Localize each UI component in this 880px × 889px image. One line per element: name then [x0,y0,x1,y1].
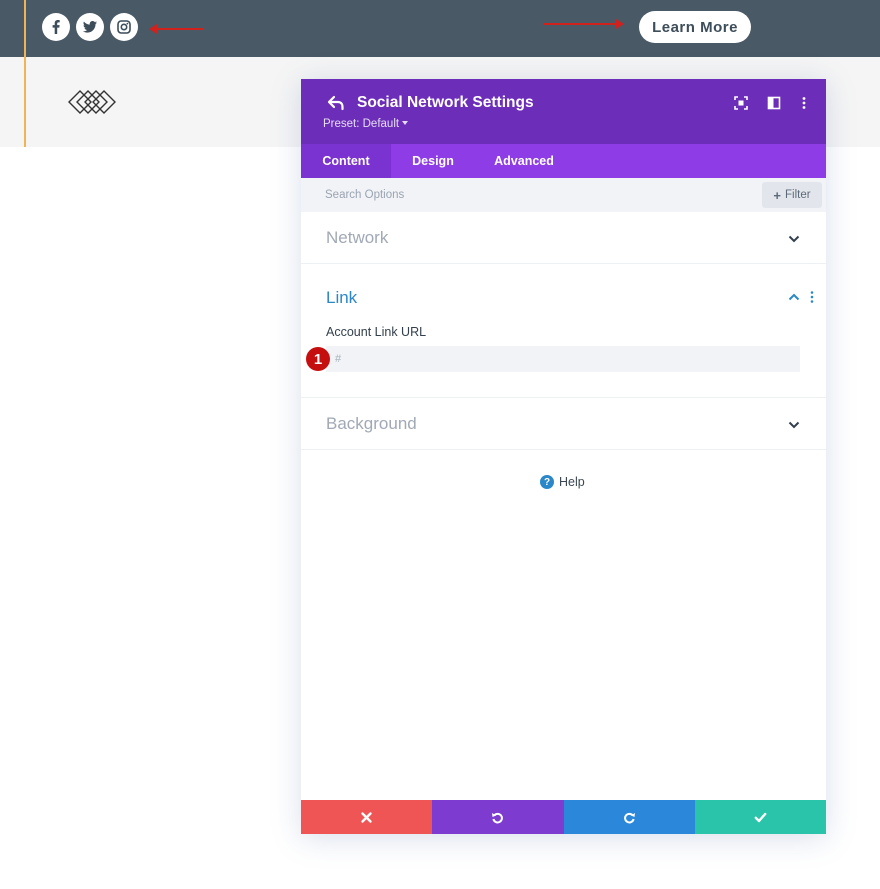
accent-line [24,0,26,147]
logo-icon [68,90,116,114]
search-bar: + Filter [301,178,826,212]
section-title-background: Background [326,414,417,433]
chevron-up-icon[interactable] [788,293,800,301]
annotation-arrow-right [544,19,624,29]
section-network[interactable]: Network [301,212,826,264]
split-view-icon[interactable] [767,96,781,110]
back-arrow-icon[interactable] [327,94,345,112]
redo-icon [623,812,635,823]
preset-dropdown[interactable]: Preset: Default [323,118,409,130]
expand-icon[interactable] [734,96,748,110]
modal-footer [301,800,826,834]
search-options-input[interactable] [325,178,745,212]
redo-button[interactable] [563,800,695,834]
top-bar: Learn More [0,0,880,57]
help-link[interactable]: ? Help [540,475,585,489]
undo-icon [492,812,504,823]
tab-design[interactable]: Design [391,144,475,178]
more-options-icon[interactable] [797,96,811,110]
cancel-button[interactable] [301,800,433,834]
filter-label: Filter [785,189,811,201]
twitter-icon[interactable] [76,13,104,41]
learn-more-button[interactable]: Learn More [639,11,751,43]
undo-button[interactable] [432,800,564,834]
filter-button[interactable]: + Filter [762,182,822,208]
step-badge: 1 [306,347,330,371]
save-button[interactable] [694,800,826,834]
modal-header: Social Network Settings Preset: Default [301,79,826,144]
instagram-icon[interactable] [110,13,138,41]
account-link-url-input[interactable] [326,346,800,372]
help-label: Help [559,475,585,489]
plus-icon: + [773,187,782,203]
tab-content[interactable]: Content [301,144,391,178]
section-more-icon[interactable] [810,291,814,303]
facebook-icon[interactable] [42,13,70,41]
help-question-icon: ? [540,475,554,489]
save-check-icon [754,812,767,822]
cancel-icon [361,811,372,823]
modal-title: Social Network Settings [357,94,534,111]
preset-label: Preset: Default [323,118,400,130]
section-title-network: Network [326,228,389,247]
section-background[interactable]: Background [301,398,826,450]
tab-advanced[interactable]: Advanced [475,144,573,178]
annotation-arrow-left [149,24,203,34]
section-title-link[interactable]: Link [326,288,357,308]
account-link-url-label: Account Link URL [326,325,427,339]
chevron-down-icon[interactable] [788,235,800,243]
chevron-down-icon[interactable] [788,421,800,429]
settings-modal: Social Network Settings Preset: Default … [301,79,826,834]
caret-down-icon [402,121,409,125]
tab-bar: Content Design Advanced [301,144,826,178]
